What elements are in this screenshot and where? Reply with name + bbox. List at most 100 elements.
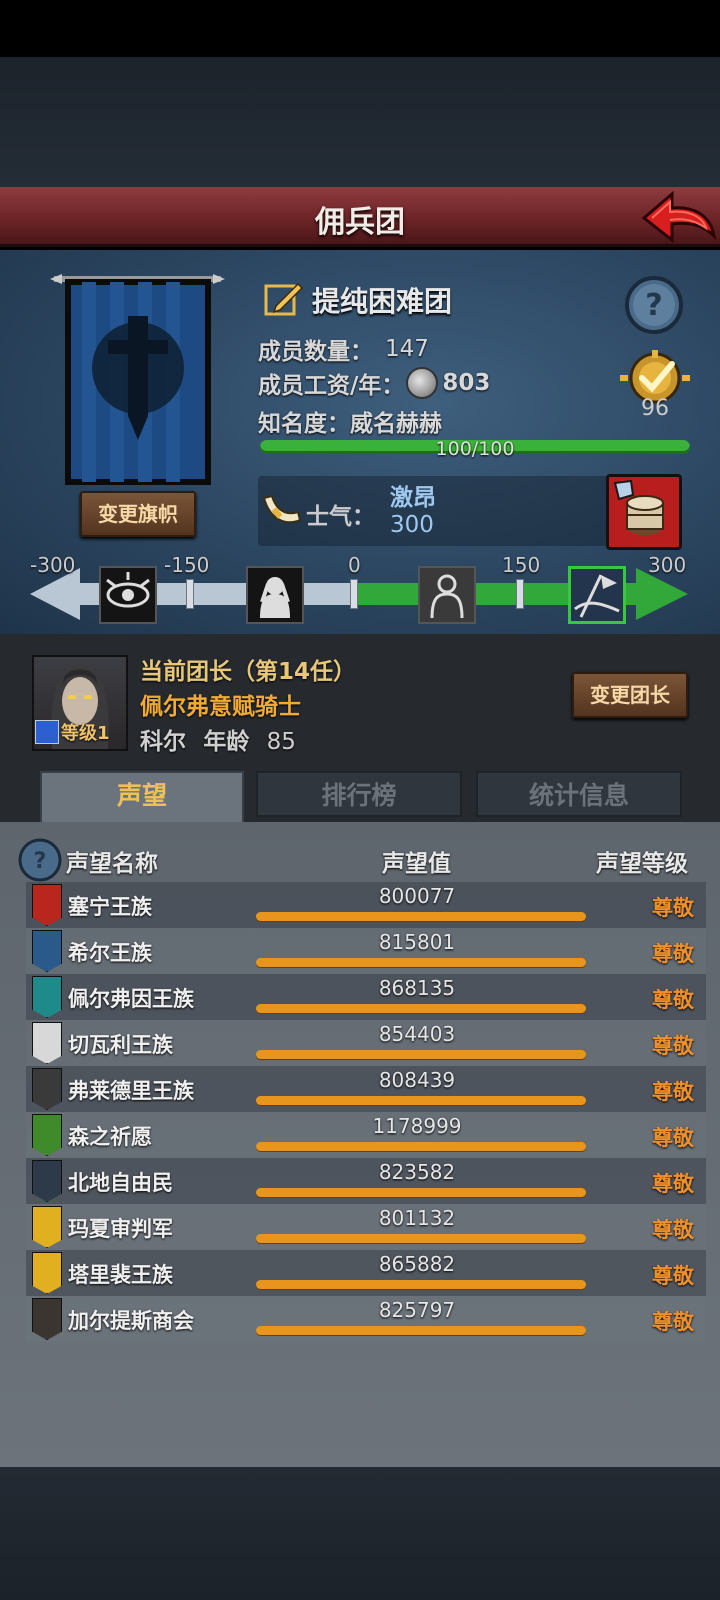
tab-statistics[interactable]: 统计信息: [476, 771, 682, 817]
morale-tick-label: 300: [648, 553, 687, 577]
faction-name: 塞宁王族: [68, 895, 152, 919]
faction-reputation-bar: [256, 1280, 586, 1289]
fame-state: 威名赫赫: [350, 411, 442, 437]
silver-coin-icon: [406, 367, 439, 399]
guild-name-row: 提纯困难团: [264, 280, 452, 320]
eye-icon[interactable]: [99, 566, 157, 624]
faction-crest-icon: [32, 1114, 62, 1156]
faction-reputation-bar: [256, 1050, 586, 1059]
reputation-row[interactable]: 塞宁王族 800077 尊敬: [26, 882, 706, 928]
wage-value: 803: [442, 370, 491, 396]
faction-name: 切瓦利王族: [68, 1033, 173, 1057]
status-bar-area: [0, 0, 720, 57]
faction-reputation-level: 尊敬: [652, 1034, 694, 1058]
guild-banner: [50, 270, 225, 485]
faction-crest-icon: [32, 1068, 62, 1110]
leader-level: 等级1: [35, 718, 125, 746]
col-header-name: 声望名称: [66, 851, 158, 877]
sword-level-icon: [35, 720, 59, 744]
faction-name: 北地自由民: [68, 1171, 173, 1195]
morale-label: 士气：: [306, 504, 375, 530]
morale-tick-label: 150: [502, 553, 541, 577]
faction-reputation-bar: [256, 1326, 586, 1335]
guild-name[interactable]: 提纯困难团: [312, 280, 452, 320]
morale-tick-label: -150: [164, 553, 210, 577]
faction-reputation-level: 尊敬: [652, 988, 694, 1012]
faction-reputation-value: 854403: [378, 1022, 456, 1046]
faction-reputation-value: 800077: [378, 884, 456, 908]
fame-label: 知名度：: [258, 411, 350, 437]
faction-crest-icon: [32, 1206, 62, 1248]
faction-name: 希尔王族: [68, 941, 152, 965]
members-value: 147: [385, 336, 429, 362]
faction-reputation-value: 815801: [378, 930, 456, 954]
reputation-row[interactable]: 加尔提斯商会 825797 尊敬: [26, 1296, 706, 1342]
faction-reputation-bar: [256, 1142, 586, 1151]
help-icon[interactable]: ?: [18, 838, 62, 882]
morale-tick-label: -300: [30, 553, 76, 577]
wage-label: 成员工资/年：: [258, 373, 405, 399]
wage-stat: 成员工资/年： 803: [258, 366, 490, 400]
page-title: 佣兵团: [315, 205, 405, 240]
faction-reputation-value: 865882: [378, 1252, 456, 1276]
faction-reputation-bar: [256, 1188, 586, 1197]
reputation-row[interactable]: 切瓦利王族 854403 尊敬: [26, 1020, 706, 1066]
morale-tick-label: 0: [348, 553, 361, 577]
change-leader-button[interactable]: 变更团长: [572, 672, 688, 718]
horn-icon: [260, 490, 304, 530]
faction-reputation-value: 868135: [378, 976, 456, 1000]
reputation-row[interactable]: 玛夏审判军 801132 尊敬: [26, 1204, 706, 1250]
svg-text:?: ?: [645, 288, 662, 323]
title-bar: 佣兵团: [0, 187, 720, 247]
calm-figure-icon[interactable]: [418, 566, 476, 624]
reputation-row[interactable]: 塔里裴王族 865882 尊敬: [26, 1250, 706, 1296]
faction-name: 佩尔弗因王族: [68, 987, 194, 1011]
faction-reputation-bar: [256, 1096, 586, 1105]
leader-honor: 佩尔弗意赋骑士: [140, 694, 301, 720]
faction-reputation-value: 801132: [378, 1206, 456, 1230]
reputation-row[interactable]: 弗莱德里王族 808439 尊敬: [26, 1066, 706, 1112]
col-header-value: 声望值: [382, 851, 451, 877]
leader-title: 当前团长（第14任）: [140, 659, 357, 685]
morale-tick: [350, 579, 358, 609]
col-header-level: 声望等级: [596, 851, 688, 877]
reputation-row[interactable]: 森之祈愿 1178999 尊敬: [26, 1112, 706, 1158]
faction-crest-icon: [32, 1252, 62, 1294]
tab-reputation[interactable]: 声望: [40, 771, 244, 823]
faction-name: 弗莱德里王族: [68, 1079, 194, 1103]
faction-reputation-level: 尊敬: [652, 1080, 694, 1104]
rank-value: 96: [641, 396, 669, 421]
leader-name: 科尔: [140, 729, 186, 755]
faction-reputation-bar: [256, 912, 586, 921]
bottom-backdrop: [0, 1467, 720, 1600]
rallying-flag-icon[interactable]: [568, 566, 626, 624]
faction-crest-icon: [32, 1160, 62, 1202]
faction-reputation-level: 尊敬: [652, 1172, 694, 1196]
members-stat: 成员数量： 147: [258, 332, 429, 366]
leader-age: 85: [266, 729, 296, 755]
reputation-row[interactable]: 佩尔弗因王族 868135 尊敬: [26, 974, 706, 1020]
change-flag-button[interactable]: 变更旗帜: [80, 491, 196, 537]
faction-crest-icon: [32, 1022, 62, 1064]
help-icon[interactable]: ?: [624, 275, 684, 335]
reputation-row[interactable]: 希尔王族 815801 尊敬: [26, 928, 706, 974]
faction-reputation-value: 825797: [378, 1298, 456, 1322]
top-backdrop: [0, 57, 720, 187]
back-arrow-icon[interactable]: [640, 188, 718, 246]
faction-reputation-level: 尊敬: [652, 1264, 694, 1288]
despair-figure-icon[interactable]: [246, 566, 304, 624]
members-label: 成员数量：: [258, 339, 373, 365]
morale-tick: [186, 579, 194, 609]
barrel-icon[interactable]: [606, 474, 682, 550]
reputation-row[interactable]: 北地自由民 823582 尊敬: [26, 1158, 706, 1204]
svg-text:?: ?: [34, 849, 47, 874]
faction-reputation-level: 尊敬: [652, 1218, 694, 1242]
faction-reputation-level: 尊敬: [652, 1126, 694, 1150]
fame-stat: 知名度： 威名赫赫: [258, 404, 442, 438]
tab-leaderboard[interactable]: 排行榜: [256, 771, 462, 817]
edit-name-icon[interactable]: [264, 280, 304, 320]
faction-reputation-bar: [256, 1234, 586, 1243]
faction-reputation-level: 尊敬: [652, 942, 694, 966]
faction-crest-icon: [32, 976, 62, 1018]
faction-reputation-level: 尊敬: [652, 896, 694, 920]
